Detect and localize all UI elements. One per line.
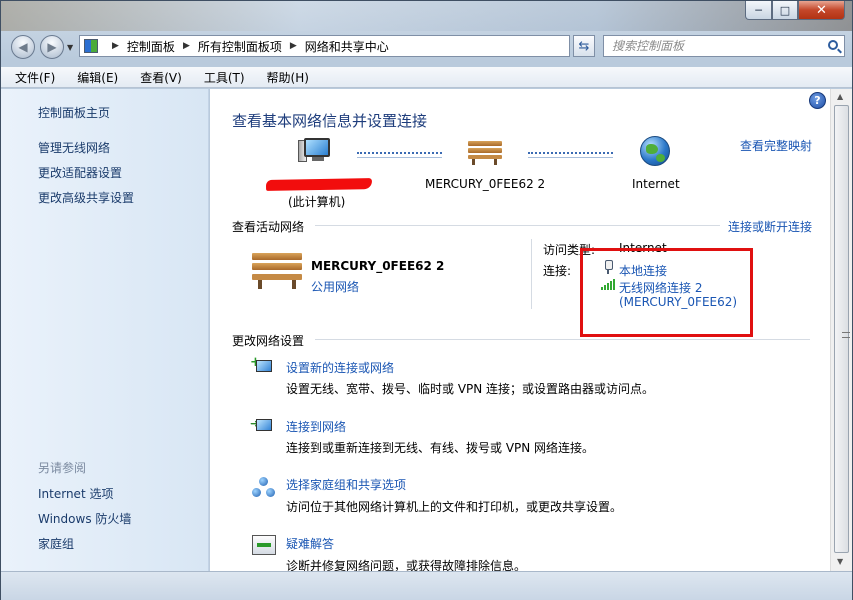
chevron-right-icon[interactable]: ▶ — [183, 41, 190, 51]
annotation-highlight-box — [580, 248, 753, 337]
control-panel-icon — [84, 39, 98, 53]
search-input[interactable] — [612, 39, 817, 53]
public-network-bench-icon — [252, 249, 302, 289]
window: ─ □ ✕ ◀ ▶ ▼ ▶ 控制面板 ▶ 所有控制面板项 ▶ 网络和共享中心 ⇆… — [0, 0, 853, 600]
task-setup-connection-desc: 设置无线、宽带、拨号、临时或 VPN 连接；或设置路由器或访问点。 — [286, 382, 655, 396]
active-network-name: MERCURY_0FEE62 2 — [311, 259, 445, 273]
main-content: ? 查看基本网络信息并设置连接 查看完整映射 (此计算机) MERCURY_0F… — [210, 89, 830, 573]
new-connection-icon: + — [250, 356, 276, 381]
task-connect-network-link[interactable]: 连接到网络 — [286, 418, 346, 435]
this-computer-label: (此计算机) — [288, 195, 346, 209]
menu-edit[interactable]: 编辑(E) — [73, 69, 122, 86]
breadcrumb-control-panel[interactable]: 控制面板 — [127, 38, 175, 55]
network-type-link[interactable]: 公用网络 — [311, 278, 359, 295]
see-also-heading: 另请参阅 — [38, 461, 87, 475]
chevron-right-icon[interactable]: ▶ — [112, 41, 119, 51]
computer-name-redaction — [265, 178, 373, 191]
task-troubleshoot-link[interactable]: 疑难解答 — [286, 535, 334, 552]
status-bar — [1, 571, 852, 600]
search-icon[interactable] — [828, 40, 838, 50]
map-network-name: MERCURY_0FEE62 2 — [425, 177, 546, 191]
active-networks-heading: 查看活动网络 — [232, 220, 305, 234]
left-pane: 控制面板主页 管理无线网络 更改适配器设置 更改高级共享设置 另请参阅 Inte… — [1, 89, 209, 571]
refresh-icon: ⇆ — [578, 38, 590, 54]
connections-label: 连接: — [543, 264, 572, 278]
homegroup-icon — [252, 477, 276, 499]
minimize-button[interactable]: ─ — [745, 1, 772, 20]
map-connector-line — [528, 152, 613, 158]
chevron-right-icon[interactable]: ▶ — [290, 41, 297, 51]
scroll-down-icon[interactable]: ▼ — [837, 557, 843, 566]
sidebar-item-homegroup[interactable]: 家庭组 — [38, 535, 74, 552]
menu-help[interactable]: 帮助(H) — [263, 69, 313, 86]
menu-bar: 文件(F) 编辑(E) 查看(V) 工具(T) 帮助(H) — [1, 67, 852, 88]
task-connect-network-desc: 连接到或重新连接到无线、有线、拨号或 VPN 网络连接。 — [286, 441, 595, 455]
maximize-icon: □ — [779, 3, 791, 17]
section-divider — [315, 225, 720, 226]
sidebar-item-control-panel-home[interactable]: 控制面板主页 — [38, 104, 110, 121]
arrow-left-icon: ◀ — [18, 40, 28, 54]
close-button[interactable]: ✕ — [798, 1, 845, 20]
minimize-icon: ─ — [755, 3, 762, 17]
forward-button[interactable]: ▶ — [40, 35, 64, 59]
sidebar-item-advanced-sharing[interactable]: 更改高级共享设置 — [38, 189, 134, 206]
menu-file[interactable]: 文件(F) — [11, 69, 59, 86]
internet-globe-icon — [640, 136, 670, 166]
scroll-up-icon[interactable]: ▲ — [837, 92, 843, 101]
change-settings-heading: 更改网络设置 — [232, 334, 305, 348]
breadcrumb-network-center[interactable]: 网络和共享中心 — [305, 38, 389, 55]
menu-view[interactable]: 查看(V) — [136, 69, 186, 86]
connect-network-icon: ➜ — [250, 416, 276, 440]
close-icon: ✕ — [816, 2, 827, 18]
refresh-button[interactable]: ⇆ — [573, 35, 595, 57]
address-bar[interactable]: ▶ 控制面板 ▶ 所有控制面板项 ▶ 网络和共享中心 — [79, 35, 570, 57]
menu-tools[interactable]: 工具(T) — [200, 69, 249, 86]
task-homegroup-link[interactable]: 选择家庭组和共享选项 — [286, 476, 406, 493]
recent-pages-dropdown[interactable]: ▼ — [67, 43, 73, 52]
map-internet-label: Internet — [632, 177, 680, 191]
task-setup-connection-link[interactable]: 设置新的连接或网络 — [286, 359, 394, 376]
page-title: 查看基本网络信息并设置连接 — [232, 112, 428, 130]
vertical-scrollbar[interactable]: ▲ ▼ — [830, 89, 852, 571]
back-button[interactable]: ◀ — [11, 35, 35, 59]
task-homegroup-desc: 访问位于其他网络计算机上的文件和打印机，或更改共享设置。 — [286, 500, 623, 514]
search-box[interactable] — [603, 35, 845, 57]
sidebar-item-manage-wireless[interactable]: 管理无线网络 — [38, 139, 110, 156]
maximize-button[interactable]: □ — [772, 1, 798, 20]
public-network-bench-icon — [468, 139, 502, 165]
help-icon[interactable]: ? — [809, 92, 826, 109]
sidebar-item-internet-options[interactable]: Internet 选项 — [38, 485, 113, 502]
breadcrumb-all-items[interactable]: 所有控制面板项 — [198, 38, 282, 55]
title-bar[interactable] — [1, 1, 852, 31]
vertical-divider — [531, 239, 532, 309]
connect-disconnect-link[interactable]: 连接或断开连接 — [728, 218, 812, 235]
troubleshoot-icon — [252, 535, 276, 555]
arrow-right-icon: ▶ — [47, 40, 57, 54]
view-full-map-link[interactable]: 查看完整映射 — [740, 137, 812, 154]
sidebar-item-adapter-settings[interactable]: 更改适配器设置 — [38, 164, 122, 181]
sidebar-item-windows-firewall[interactable]: Windows 防火墙 — [38, 510, 131, 527]
scroll-thumb[interactable] — [834, 105, 850, 553]
section-divider — [315, 339, 810, 340]
map-connector-line — [357, 152, 442, 158]
computer-icon — [298, 136, 332, 164]
